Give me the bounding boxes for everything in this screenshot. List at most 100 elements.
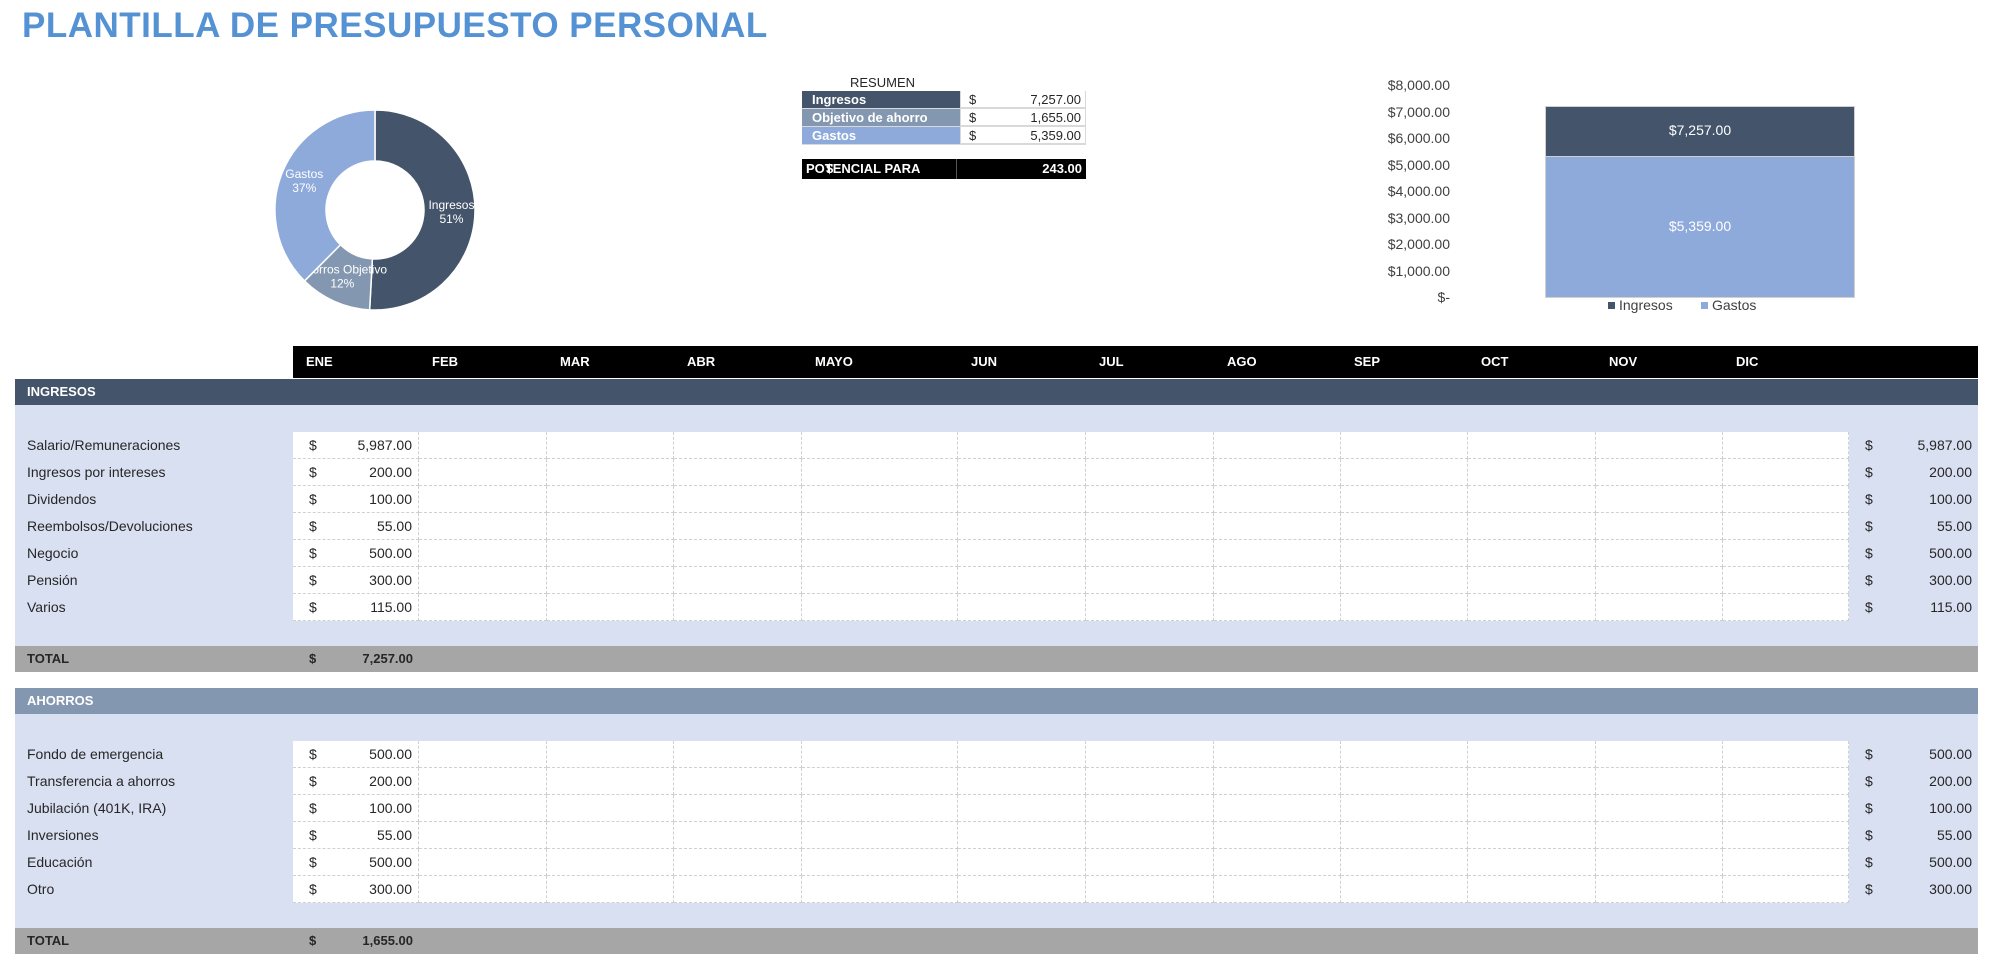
month-cell-nov[interactable] xyxy=(1596,795,1723,822)
month-cell-feb[interactable] xyxy=(419,432,547,459)
month-cell-ago[interactable] xyxy=(1214,432,1341,459)
month-cell-oct[interactable] xyxy=(1468,822,1596,849)
month-cell-jul[interactable] xyxy=(1086,849,1214,876)
month-cell-abr[interactable] xyxy=(674,768,802,795)
month-cell-abr[interactable] xyxy=(674,822,802,849)
month-cell-mayo[interactable] xyxy=(802,741,958,768)
month-cell-jun[interactable] xyxy=(958,795,1086,822)
month-cell-abr[interactable] xyxy=(674,486,802,513)
month-cell-dic[interactable] xyxy=(1723,849,1849,876)
month-cell-ago[interactable] xyxy=(1214,768,1341,795)
month-cell-ene[interactable]: $55.00 xyxy=(293,513,419,540)
month-cell-oct[interactable] xyxy=(1468,741,1596,768)
month-cell-nov[interactable] xyxy=(1596,741,1723,768)
month-cell-feb[interactable] xyxy=(419,567,547,594)
month-cell-oct[interactable] xyxy=(1468,540,1596,567)
month-cell-mar[interactable] xyxy=(547,513,674,540)
month-cell-nov[interactable] xyxy=(1596,876,1723,903)
month-cell-sep[interactable] xyxy=(1341,822,1468,849)
month-cell-abr[interactable] xyxy=(674,459,802,486)
month-cell-ago[interactable] xyxy=(1214,795,1341,822)
month-cell-sep[interactable] xyxy=(1341,459,1468,486)
month-cell-nov[interactable] xyxy=(1596,432,1723,459)
month-cell-ene[interactable]: $300.00 xyxy=(293,876,419,903)
month-cell-oct[interactable] xyxy=(1468,795,1596,822)
month-cell-nov[interactable] xyxy=(1596,768,1723,795)
month-cell-oct[interactable] xyxy=(1468,513,1596,540)
month-cell-jul[interactable] xyxy=(1086,567,1214,594)
month-cell-feb[interactable] xyxy=(419,768,547,795)
month-cell-nov[interactable] xyxy=(1596,822,1723,849)
month-cell-nov[interactable] xyxy=(1596,513,1723,540)
month-cell-mayo[interactable] xyxy=(802,876,958,903)
month-cell-oct[interactable] xyxy=(1468,459,1596,486)
month-cell-mayo[interactable] xyxy=(802,795,958,822)
month-cell-feb[interactable] xyxy=(419,459,547,486)
month-cell-ene[interactable]: $200.00 xyxy=(293,459,419,486)
month-cell-sep[interactable] xyxy=(1341,486,1468,513)
month-cell-mar[interactable] xyxy=(547,795,674,822)
month-cell-jun[interactable] xyxy=(958,741,1086,768)
month-cell-mar[interactable] xyxy=(547,594,674,621)
month-cell-sep[interactable] xyxy=(1341,567,1468,594)
month-cell-jul[interactable] xyxy=(1086,822,1214,849)
month-cell-mayo[interactable] xyxy=(802,432,958,459)
month-cell-ago[interactable] xyxy=(1214,876,1341,903)
month-cell-mayo[interactable] xyxy=(802,513,958,540)
month-cell-dic[interactable] xyxy=(1723,594,1849,621)
month-cell-ene[interactable]: $115.00 xyxy=(293,594,419,621)
month-cell-ago[interactable] xyxy=(1214,540,1341,567)
month-cell-dic[interactable] xyxy=(1723,513,1849,540)
month-cell-abr[interactable] xyxy=(674,513,802,540)
month-cell-dic[interactable] xyxy=(1723,876,1849,903)
month-cell-mayo[interactable] xyxy=(802,849,958,876)
month-cell-feb[interactable] xyxy=(419,594,547,621)
month-cell-nov[interactable] xyxy=(1596,459,1723,486)
month-cell-dic[interactable] xyxy=(1723,432,1849,459)
month-cell-jun[interactable] xyxy=(958,513,1086,540)
month-cell-ago[interactable] xyxy=(1214,459,1341,486)
month-cell-ago[interactable] xyxy=(1214,567,1341,594)
month-cell-mar[interactable] xyxy=(547,768,674,795)
month-cell-mar[interactable] xyxy=(547,822,674,849)
month-cell-abr[interactable] xyxy=(674,741,802,768)
month-cell-jul[interactable] xyxy=(1086,795,1214,822)
month-cell-dic[interactable] xyxy=(1723,795,1849,822)
month-cell-jul[interactable] xyxy=(1086,513,1214,540)
month-cell-oct[interactable] xyxy=(1468,849,1596,876)
month-cell-dic[interactable] xyxy=(1723,459,1849,486)
month-cell-jul[interactable] xyxy=(1086,594,1214,621)
month-cell-feb[interactable] xyxy=(419,540,547,567)
month-cell-sep[interactable] xyxy=(1341,513,1468,540)
month-cell-ene[interactable]: $5,987.00 xyxy=(293,432,419,459)
month-cell-ene[interactable]: $100.00 xyxy=(293,486,419,513)
month-cell-jun[interactable] xyxy=(958,459,1086,486)
month-cell-feb[interactable] xyxy=(419,876,547,903)
month-cell-dic[interactable] xyxy=(1723,768,1849,795)
month-cell-jun[interactable] xyxy=(958,768,1086,795)
month-cell-feb[interactable] xyxy=(419,513,547,540)
month-cell-sep[interactable] xyxy=(1341,849,1468,876)
month-cell-ene[interactable]: $500.00 xyxy=(293,540,419,567)
month-cell-sep[interactable] xyxy=(1341,432,1468,459)
month-cell-oct[interactable] xyxy=(1468,876,1596,903)
month-cell-jun[interactable] xyxy=(958,594,1086,621)
month-cell-mayo[interactable] xyxy=(802,594,958,621)
month-cell-jul[interactable] xyxy=(1086,741,1214,768)
month-cell-dic[interactable] xyxy=(1723,822,1849,849)
month-cell-jul[interactable] xyxy=(1086,432,1214,459)
month-cell-mar[interactable] xyxy=(547,567,674,594)
month-cell-ago[interactable] xyxy=(1214,849,1341,876)
month-cell-dic[interactable] xyxy=(1723,741,1849,768)
month-cell-mar[interactable] xyxy=(547,540,674,567)
month-cell-dic[interactable] xyxy=(1723,540,1849,567)
month-cell-mar[interactable] xyxy=(547,432,674,459)
month-cell-oct[interactable] xyxy=(1468,486,1596,513)
month-cell-mayo[interactable] xyxy=(802,459,958,486)
month-cell-abr[interactable] xyxy=(674,795,802,822)
month-cell-sep[interactable] xyxy=(1341,540,1468,567)
month-cell-nov[interactable] xyxy=(1596,594,1723,621)
month-cell-jun[interactable] xyxy=(958,540,1086,567)
month-cell-abr[interactable] xyxy=(674,432,802,459)
month-cell-nov[interactable] xyxy=(1596,567,1723,594)
